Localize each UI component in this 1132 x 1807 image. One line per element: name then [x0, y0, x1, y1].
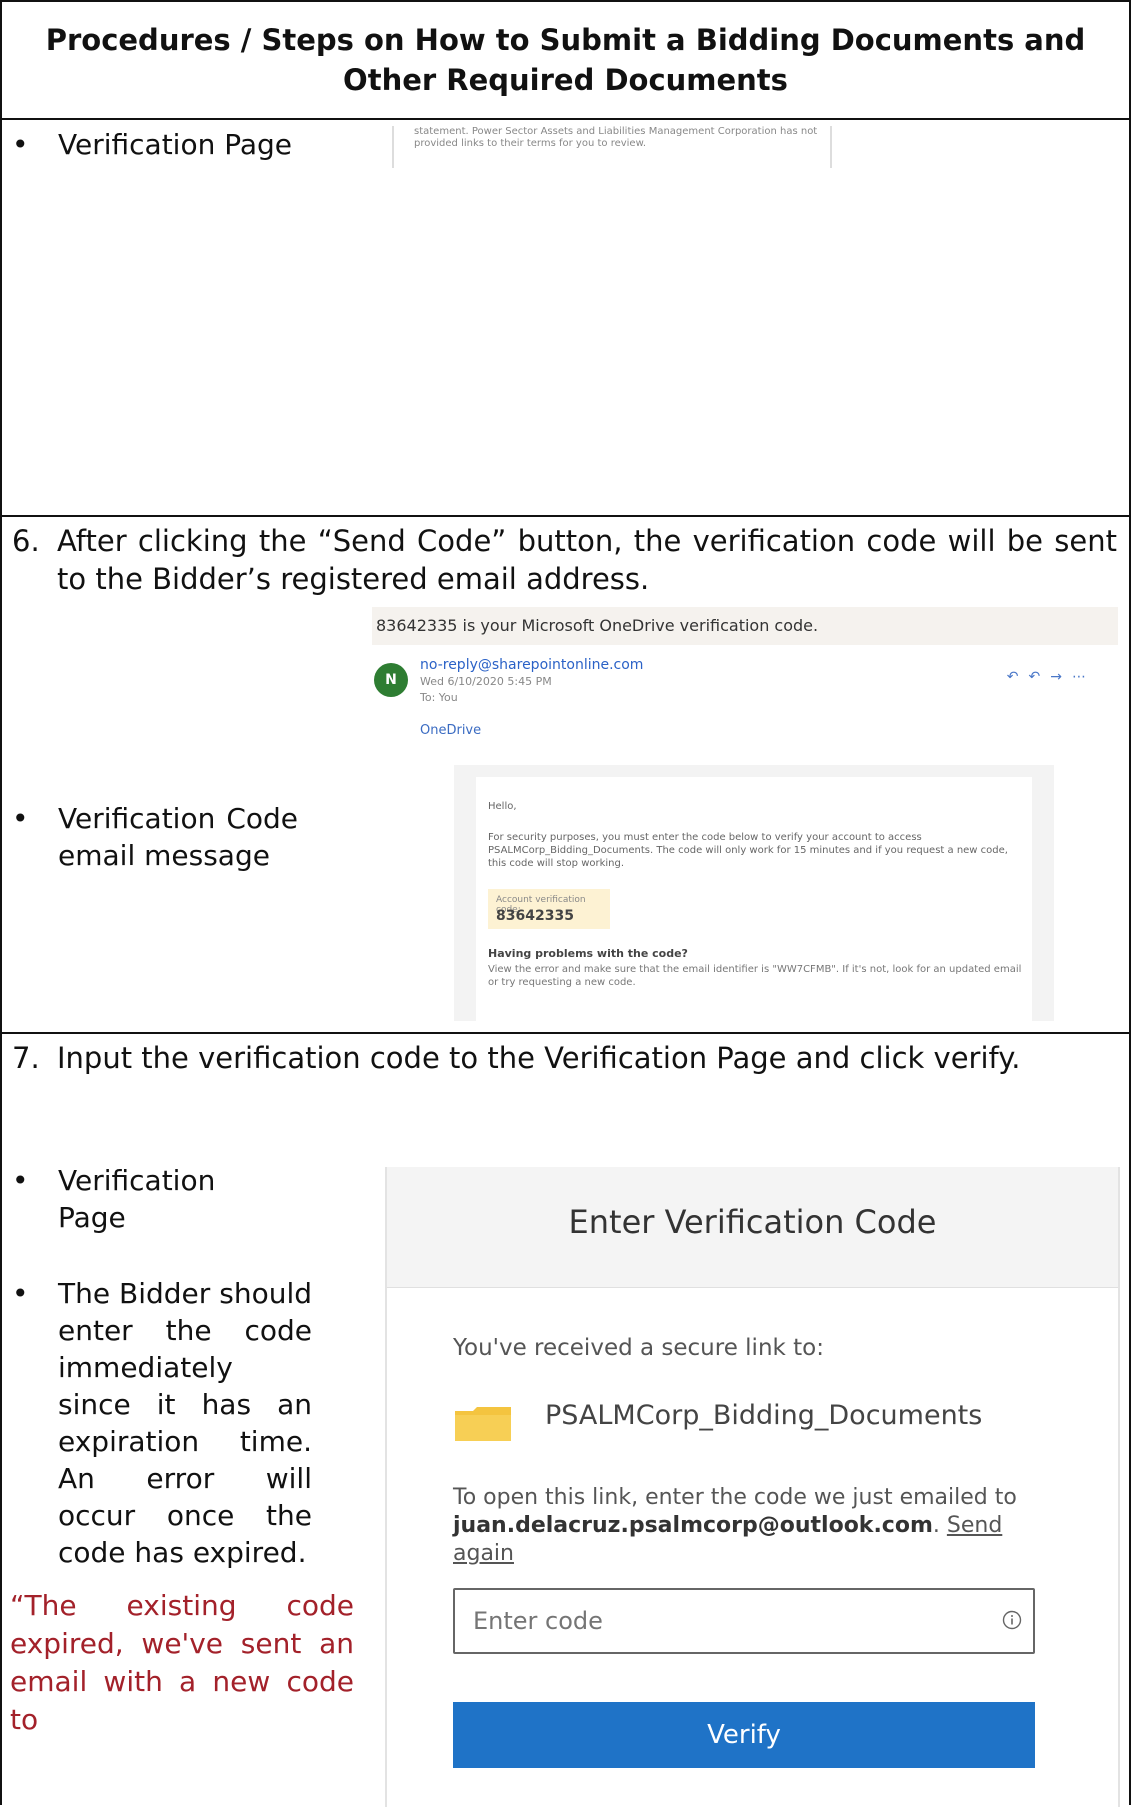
- verify-button[interactable]: Verify: [453, 1702, 1035, 1768]
- code-value: 83642335: [496, 908, 574, 924]
- forward-icon[interactable]: →: [1050, 669, 1072, 685]
- section-verification-page: • Verification Page statement. Power Sec…: [2, 118, 1129, 515]
- open-text: To open this link, enter the code we jus…: [453, 1485, 1017, 1510]
- bullet-text: Verification Code email message: [58, 802, 298, 872]
- expired-code-note: “The existing code expired, we've sent a…: [10, 1589, 354, 1736]
- page-title: Procedures / Steps on How to Submit a Bi…: [45, 23, 1086, 97]
- bullet-dot: •: [12, 128, 29, 161]
- email-actions: ↶↶→⋯: [1007, 669, 1096, 685]
- bullet-dot: •: [12, 1277, 29, 1310]
- file-name: PSALMCorp_Bidding_Documents: [545, 1400, 983, 1431]
- email-body: For security purposes, you must enter th…: [488, 832, 1008, 869]
- email-date: Wed 6/10/2020 5:45 PM: [420, 675, 552, 688]
- info-icon[interactable]: [1002, 1610, 1022, 1630]
- email-from[interactable]: no-reply@sharepointonline.com: [420, 657, 643, 673]
- bullet-dot: •: [12, 802, 29, 835]
- email-card: Hello, For security purposes, you must e…: [454, 765, 1054, 1021]
- step-number: 7.: [12, 1041, 40, 1075]
- step-text: Input the verification code to the Verif…: [57, 1041, 1021, 1075]
- document-page: Procedures / Steps on How to Submit a Bi…: [0, 0, 1132, 1807]
- avatar: N: [374, 663, 408, 697]
- code-input[interactable]: [453, 1588, 1035, 1654]
- problems-heading: Having problems with the code?: [488, 947, 688, 960]
- email-subject: 83642335 is your Microsoft OneDrive veri…: [372, 607, 1118, 645]
- bullet-text: The Bidder should enter the code immedia…: [58, 1277, 312, 1569]
- recipient-email: juan.delacruz.psalmcorp@outlook.com: [453, 1513, 933, 1538]
- bullet-text: Verification Page: [58, 128, 293, 161]
- verification-code-box: Account verification code: 83642335: [488, 889, 610, 929]
- bullet-text: Verification Page: [58, 1164, 216, 1234]
- dialog-header: Enter Verification Code: [387, 1167, 1118, 1288]
- dialog-title: Enter Verification Code: [568, 1203, 937, 1241]
- reply-all-icon[interactable]: ↶: [1029, 669, 1051, 685]
- table-header: Procedures / Steps on How to Submit a Bi…: [2, 0, 1129, 118]
- email-greeting: Hello,: [488, 801, 517, 812]
- email-screenshot: 83642335 is your Microsoft OneDrive veri…: [372, 607, 1118, 1021]
- folder-icon: [455, 1407, 511, 1441]
- received-text: You've received a secure link to:: [453, 1335, 824, 1361]
- email-card-body: Hello, For security purposes, you must e…: [476, 777, 1032, 1021]
- open-instructions: To open this link, enter the code we jus…: [453, 1485, 1017, 1566]
- more-icon[interactable]: ⋯: [1072, 669, 1096, 685]
- problems-text: View the error and make sure that the em…: [488, 964, 1022, 988]
- onedrive-brand: OneDrive: [420, 723, 482, 738]
- step-text: After clicking the “Send Code” button, t…: [57, 524, 1117, 596]
- verification-snippet: statement. Power Sector Assets and Liabi…: [392, 126, 832, 168]
- verification-dialog: Enter Verification Code You've received …: [385, 1167, 1120, 1807]
- step-number: 6.: [12, 524, 40, 558]
- reply-icon[interactable]: ↶: [1007, 669, 1029, 685]
- email-to: To: You: [420, 691, 458, 704]
- bullet-dot: •: [12, 1164, 29, 1197]
